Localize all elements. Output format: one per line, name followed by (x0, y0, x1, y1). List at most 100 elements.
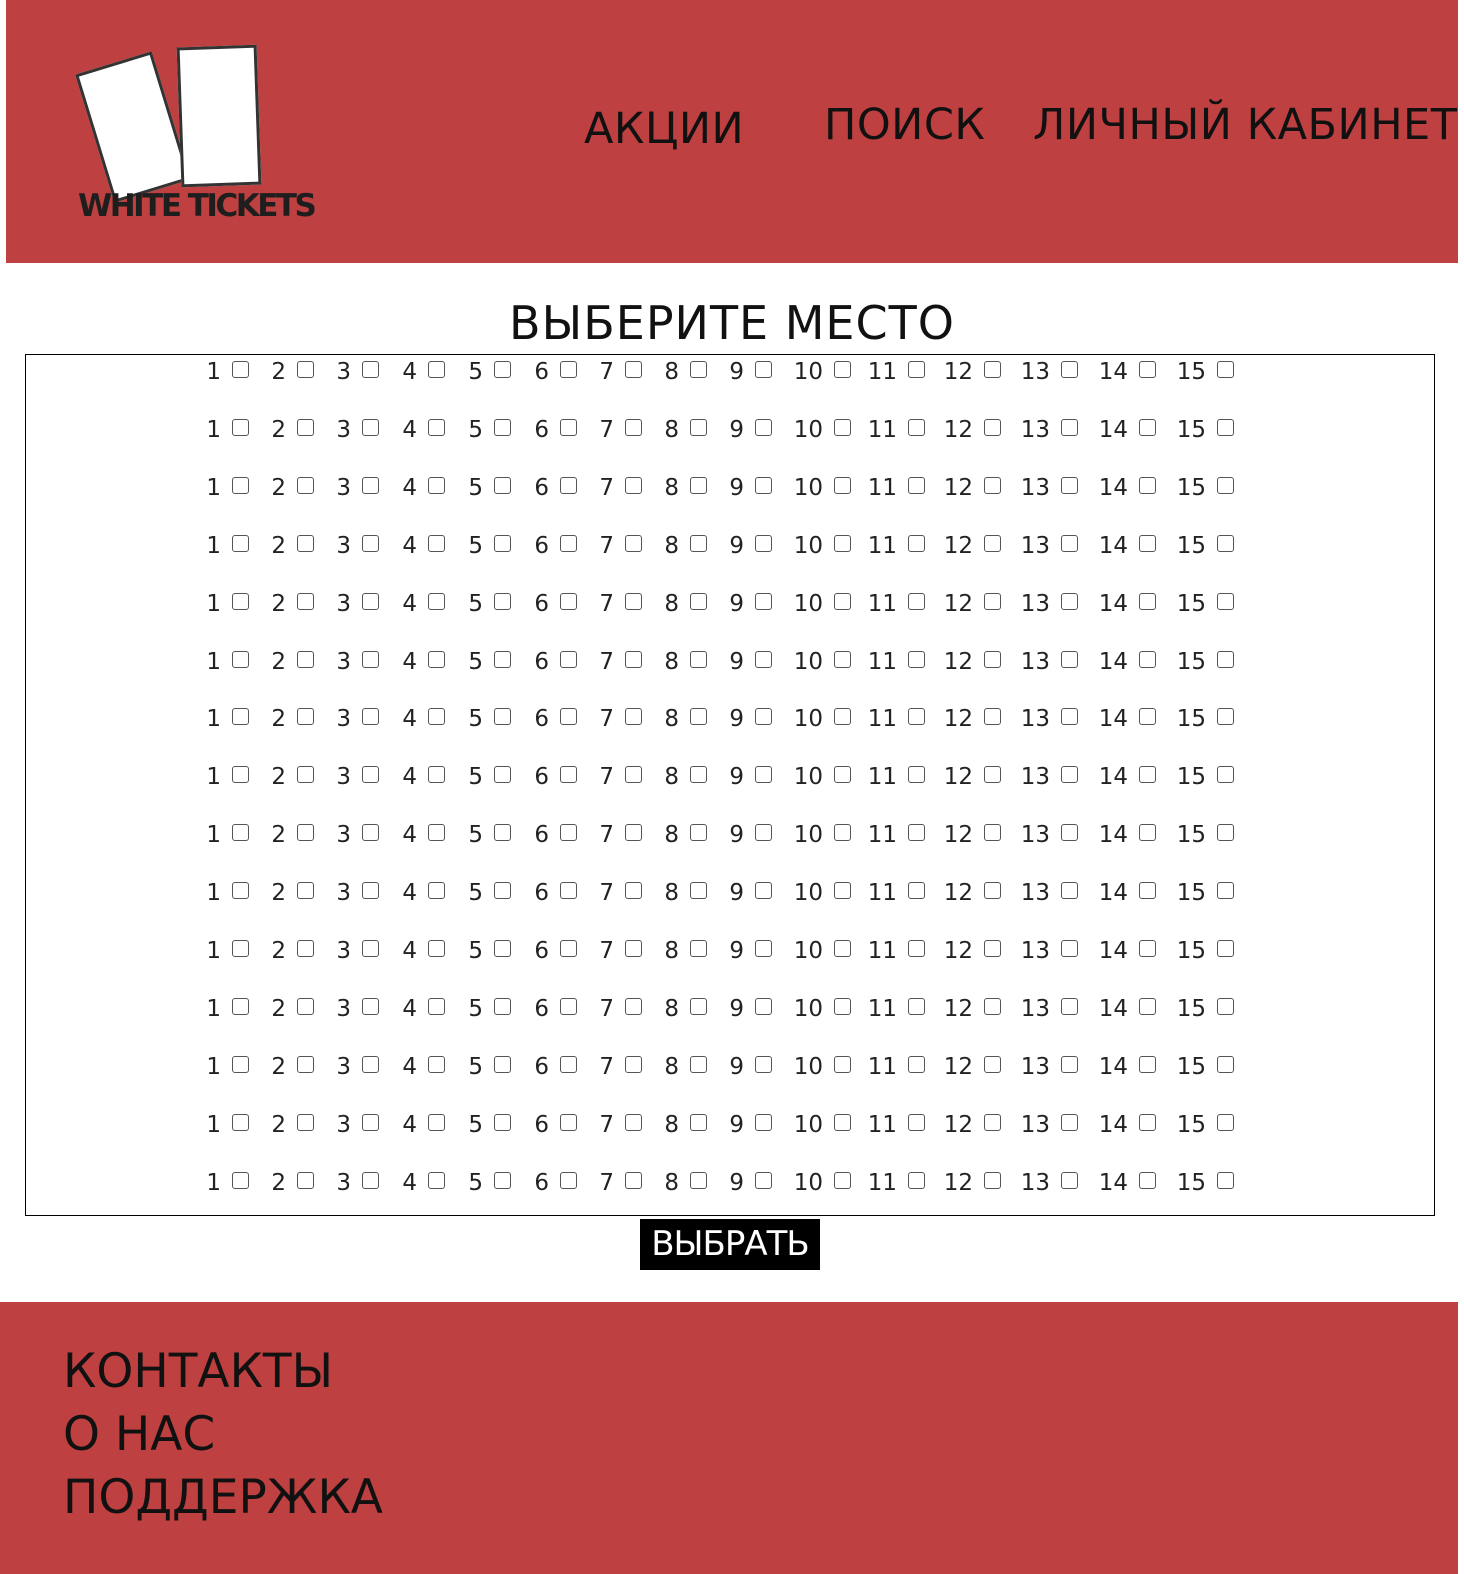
seat-checkbox[interactable] (755, 534, 772, 552)
seat-checkbox[interactable] (755, 940, 772, 957)
seat-checkbox[interactable] (908, 476, 925, 494)
seat-checkbox[interactable] (834, 534, 851, 552)
seat-checkbox[interactable] (1139, 418, 1156, 436)
seat-checkbox[interactable] (1061, 882, 1078, 900)
seat-checkbox[interactable] (362, 592, 379, 610)
seat-checkbox[interactable] (984, 1055, 1001, 1073)
seat-checkbox[interactable] (494, 940, 511, 957)
seat-checkbox[interactable] (1061, 476, 1078, 494)
seat-checkbox[interactable] (690, 824, 707, 842)
seat-checkbox[interactable] (232, 708, 249, 726)
seat-checkbox[interactable] (1139, 824, 1156, 842)
seat-checkbox[interactable] (494, 882, 511, 900)
seat-checkbox[interactable] (834, 1113, 851, 1131)
seat-checkbox[interactable] (1217, 592, 1234, 610)
seat-checkbox[interactable] (428, 592, 445, 610)
seat-checkbox[interactable] (1217, 361, 1234, 378)
seat-checkbox[interactable] (1139, 940, 1156, 957)
seat-checkbox[interactable] (834, 650, 851, 668)
seat-checkbox[interactable] (362, 997, 379, 1015)
seat-checkbox[interactable] (362, 1171, 379, 1189)
seat-checkbox[interactable] (428, 940, 445, 957)
seat-checkbox[interactable] (428, 997, 445, 1015)
seat-checkbox[interactable] (755, 361, 772, 378)
seat-checkbox[interactable] (908, 997, 925, 1015)
seat-checkbox[interactable] (494, 824, 511, 842)
seat-checkbox[interactable] (1061, 361, 1078, 378)
seat-checkbox[interactable] (834, 766, 851, 784)
seat-checkbox[interactable] (1139, 882, 1156, 900)
seat-checkbox[interactable] (755, 824, 772, 842)
seat-checkbox[interactable] (625, 882, 642, 900)
seat-checkbox[interactable] (232, 882, 249, 900)
seat-checkbox[interactable] (1061, 708, 1078, 726)
footer-link-contacts[interactable]: КОНТАКТЫ (63, 1344, 333, 1399)
seat-checkbox[interactable] (297, 766, 314, 784)
seat-checkbox[interactable] (428, 708, 445, 726)
seat-checkbox[interactable] (297, 824, 314, 842)
seat-checkbox[interactable] (297, 476, 314, 494)
seat-checkbox[interactable] (297, 882, 314, 900)
seat-checkbox[interactable] (1139, 534, 1156, 552)
seat-checkbox[interactable] (690, 882, 707, 900)
seat-checkbox[interactable] (625, 997, 642, 1015)
seat-checkbox[interactable] (1217, 824, 1234, 842)
seat-checkbox[interactable] (560, 418, 577, 436)
seat-checkbox[interactable] (1061, 997, 1078, 1015)
seat-checkbox[interactable] (428, 361, 445, 378)
seat-checkbox[interactable] (560, 824, 577, 842)
seat-checkbox[interactable] (428, 534, 445, 552)
seat-checkbox[interactable] (690, 1055, 707, 1073)
seat-checkbox[interactable] (755, 766, 772, 784)
seat-checkbox[interactable] (494, 1055, 511, 1073)
seat-checkbox[interactable] (362, 650, 379, 668)
seat-checkbox[interactable] (362, 418, 379, 436)
seat-checkbox[interactable] (232, 1171, 249, 1189)
seat-checkbox[interactable] (560, 650, 577, 668)
seat-checkbox[interactable] (362, 940, 379, 957)
seat-checkbox[interactable] (560, 1055, 577, 1073)
seat-checkbox[interactable] (362, 1113, 379, 1131)
seat-checkbox[interactable] (834, 1171, 851, 1189)
seat-checkbox[interactable] (690, 361, 707, 378)
seat-checkbox[interactable] (232, 766, 249, 784)
seat-checkbox[interactable] (834, 592, 851, 610)
seat-checkbox[interactable] (834, 476, 851, 494)
seat-checkbox[interactable] (1139, 592, 1156, 610)
seat-checkbox[interactable] (834, 997, 851, 1015)
seat-checkbox[interactable] (908, 592, 925, 610)
seat-checkbox[interactable] (625, 1171, 642, 1189)
seat-checkbox[interactable] (984, 766, 1001, 784)
seat-checkbox[interactable] (1139, 708, 1156, 726)
seat-checkbox[interactable] (908, 882, 925, 900)
seat-checkbox[interactable] (494, 1171, 511, 1189)
seat-checkbox[interactable] (625, 1055, 642, 1073)
seat-checkbox[interactable] (232, 824, 249, 842)
white-tickets-logo[interactable]: WHITE TICKETS (66, 30, 326, 230)
seat-checkbox[interactable] (297, 1055, 314, 1073)
seat-checkbox[interactable] (625, 650, 642, 668)
seat-checkbox[interactable] (1061, 592, 1078, 610)
seat-checkbox[interactable] (494, 766, 511, 784)
seat-checkbox[interactable] (494, 534, 511, 552)
seat-checkbox[interactable] (625, 476, 642, 494)
seat-checkbox[interactable] (428, 882, 445, 900)
seat-checkbox[interactable] (908, 1055, 925, 1073)
seat-checkbox[interactable] (690, 940, 707, 957)
seat-checkbox[interactable] (494, 650, 511, 668)
seat-checkbox[interactable] (908, 824, 925, 842)
seat-checkbox[interactable] (232, 534, 249, 552)
seat-checkbox[interactable] (1139, 997, 1156, 1015)
seat-checkbox[interactable] (428, 1113, 445, 1131)
seat-checkbox[interactable] (1217, 940, 1234, 957)
seat-checkbox[interactable] (834, 824, 851, 842)
seat-checkbox[interactable] (755, 882, 772, 900)
seat-checkbox[interactable] (834, 418, 851, 436)
seat-checkbox[interactable] (908, 1113, 925, 1131)
seat-checkbox[interactable] (908, 650, 925, 668)
seat-checkbox[interactable] (297, 418, 314, 436)
seat-checkbox[interactable] (690, 708, 707, 726)
seat-checkbox[interactable] (494, 592, 511, 610)
seat-checkbox[interactable] (297, 592, 314, 610)
seat-checkbox[interactable] (690, 1113, 707, 1131)
